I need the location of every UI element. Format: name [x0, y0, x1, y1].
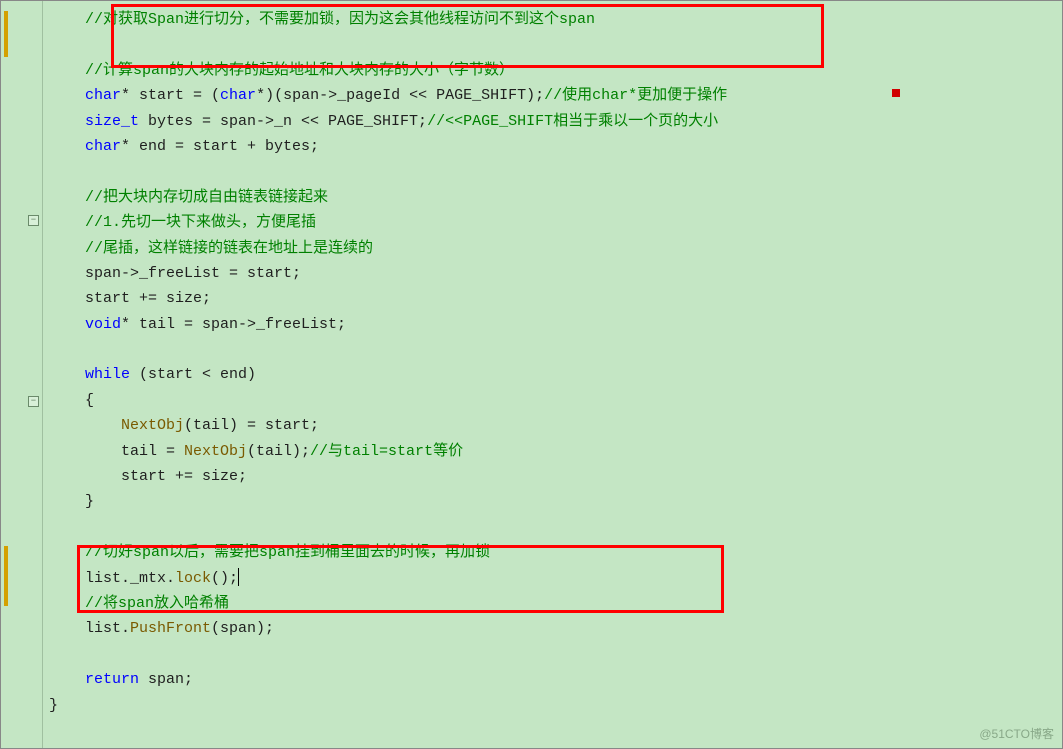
code-line: //尾插，这样链接的链表在地址上是连续的 — [43, 236, 1062, 261]
code-line — [43, 515, 1062, 540]
code-editor[interactable]: − − //对获取Span进行切分，不需要加锁，因为这会其他线程访问不到这个sp… — [0, 0, 1063, 749]
code-line: //1.先切一块下来做头，方便尾插 — [43, 210, 1062, 235]
code-line: span->_freeList = start; — [43, 261, 1062, 286]
code-line: char* end = start + bytes; — [43, 134, 1062, 159]
text-caret — [238, 568, 239, 586]
code-line: list._mtx.lock(); — [43, 566, 1062, 591]
code-line — [43, 159, 1062, 184]
code-line: tail = NextObj(tail);//与tail=start等价 — [43, 439, 1062, 464]
code-line: start += size; — [43, 464, 1062, 489]
code-line: void* tail = span->_freeList; — [43, 312, 1062, 337]
fold-toggle-icon[interactable]: − — [28, 215, 39, 226]
watermark: @51CTO博客 — [979, 725, 1054, 742]
marker-icon — [892, 89, 900, 97]
code-line: list.PushFront(span); — [43, 616, 1062, 641]
comment: //计算span的大块内存的起始地址和大块内存的大小（字节数） — [85, 62, 514, 79]
comment: //对获取Span进行切分，不需要加锁，因为这会其他线程访问不到这个span — [85, 11, 595, 28]
code-line: start += size; — [43, 286, 1062, 311]
fold-toggle-icon[interactable]: − — [28, 396, 39, 407]
code-line: } — [43, 693, 1062, 718]
code-line — [43, 642, 1062, 667]
code-line — [43, 32, 1062, 57]
code-line: return span; — [43, 667, 1062, 692]
code-line: while (start < end) — [43, 362, 1062, 387]
code-line: //切好span以后，需要把span挂到桶里面去的时候，再加锁 — [43, 540, 1062, 565]
code-line: { — [43, 388, 1062, 413]
gutter: − − — [1, 1, 43, 748]
change-marker — [4, 546, 8, 606]
code-line — [43, 337, 1062, 362]
code-area[interactable]: //对获取Span进行切分，不需要加锁，因为这会其他线程访问不到这个span /… — [43, 1, 1062, 748]
code-line: //计算span的大块内存的起始地址和大块内存的大小（字节数） — [43, 58, 1062, 83]
code-line: size_t bytes = span->_n << PAGE_SHIFT;//… — [43, 109, 1062, 134]
code-line: NextObj(tail) = start; — [43, 413, 1062, 438]
code-line: //对获取Span进行切分，不需要加锁，因为这会其他线程访问不到这个span — [43, 7, 1062, 32]
change-marker — [4, 11, 8, 57]
code-line: //将span放入哈希桶 — [43, 591, 1062, 616]
code-line: //把大块内存切成自由链表链接起来 — [43, 185, 1062, 210]
code-line: } — [43, 489, 1062, 514]
code-line: char* start = (char*)(span->_pageId << P… — [43, 83, 1062, 108]
